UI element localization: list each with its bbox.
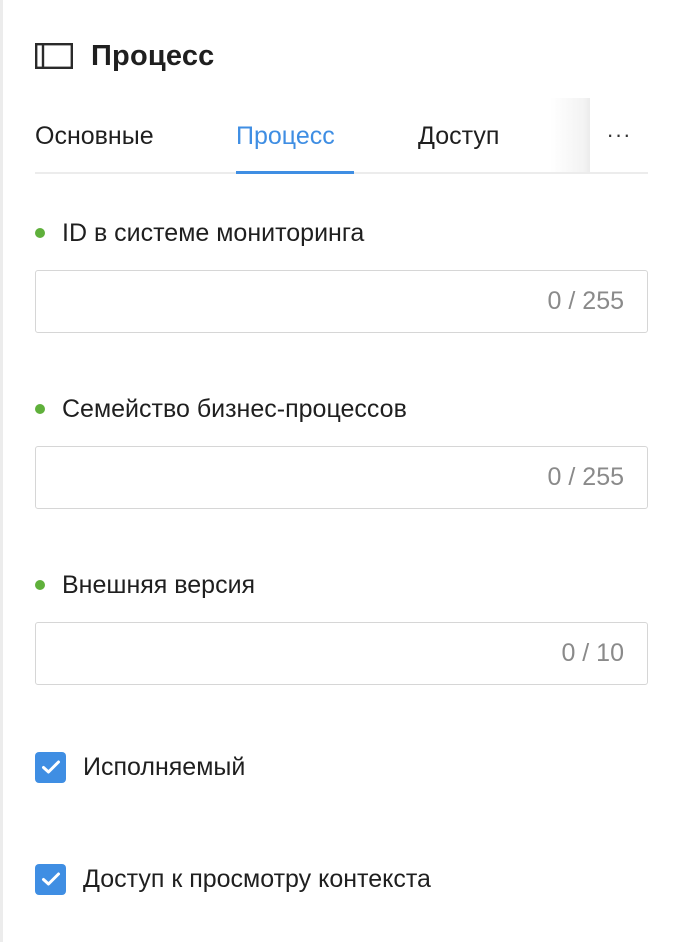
tab-access[interactable]: Доступ xyxy=(418,98,499,174)
executable-checkbox-row[interactable]: Исполняемый xyxy=(35,749,245,785)
external-version-field[interactable]: 0 / 10 xyxy=(35,622,648,685)
panel-icon xyxy=(35,43,73,69)
checkmark-icon xyxy=(41,872,60,886)
field-process-family-label: Семейство бизнес-процессов xyxy=(35,391,407,427)
properties-panel: Процесс Основные Процесс Доступ ··· ID в… xyxy=(0,0,680,942)
indicator-dot xyxy=(35,228,45,238)
monitoring-id-input[interactable] xyxy=(36,271,516,332)
indicator-dot xyxy=(35,580,45,590)
panel-title: Процесс xyxy=(91,39,215,72)
field-external-version-label: Внешняя версия xyxy=(35,567,255,603)
field-label-text: ID в системе мониторинга xyxy=(62,218,365,247)
more-tabs-button[interactable]: ··· xyxy=(590,98,648,172)
process-family-field[interactable]: 0 / 255 xyxy=(35,446,648,509)
executable-checkbox[interactable] xyxy=(35,751,66,783)
tabs-overflow-fade xyxy=(550,98,592,172)
active-tab-indicator xyxy=(236,171,354,174)
executable-label: Исполняемый xyxy=(83,752,246,781)
context-access-checkbox[interactable] xyxy=(35,863,66,895)
process-family-input[interactable] xyxy=(36,447,516,508)
monitoring-id-field[interactable]: 0 / 255 xyxy=(35,270,648,333)
char-counter: 0 / 255 xyxy=(547,463,624,491)
checkmark-icon xyxy=(41,760,60,774)
tab-basic[interactable]: Основные xyxy=(35,98,154,174)
panel-header: Процесс xyxy=(35,36,215,76)
char-counter: 0 / 255 xyxy=(547,287,624,315)
field-label-text: Семейство бизнес-процессов xyxy=(62,394,407,423)
char-counter: 0 / 10 xyxy=(561,639,624,667)
tab-bar: Основные Процесс Доступ ··· xyxy=(35,98,648,174)
field-monitoring-id-label: ID в системе мониторинга xyxy=(35,215,364,251)
field-label-text: Внешняя версия xyxy=(62,570,256,599)
context-access-label: Доступ к просмотру контекста xyxy=(83,864,431,893)
context-access-checkbox-row[interactable]: Доступ к просмотру контекста xyxy=(35,861,431,897)
external-version-input[interactable] xyxy=(36,623,516,684)
indicator-dot xyxy=(35,404,45,414)
tab-process[interactable]: Процесс xyxy=(236,98,335,174)
